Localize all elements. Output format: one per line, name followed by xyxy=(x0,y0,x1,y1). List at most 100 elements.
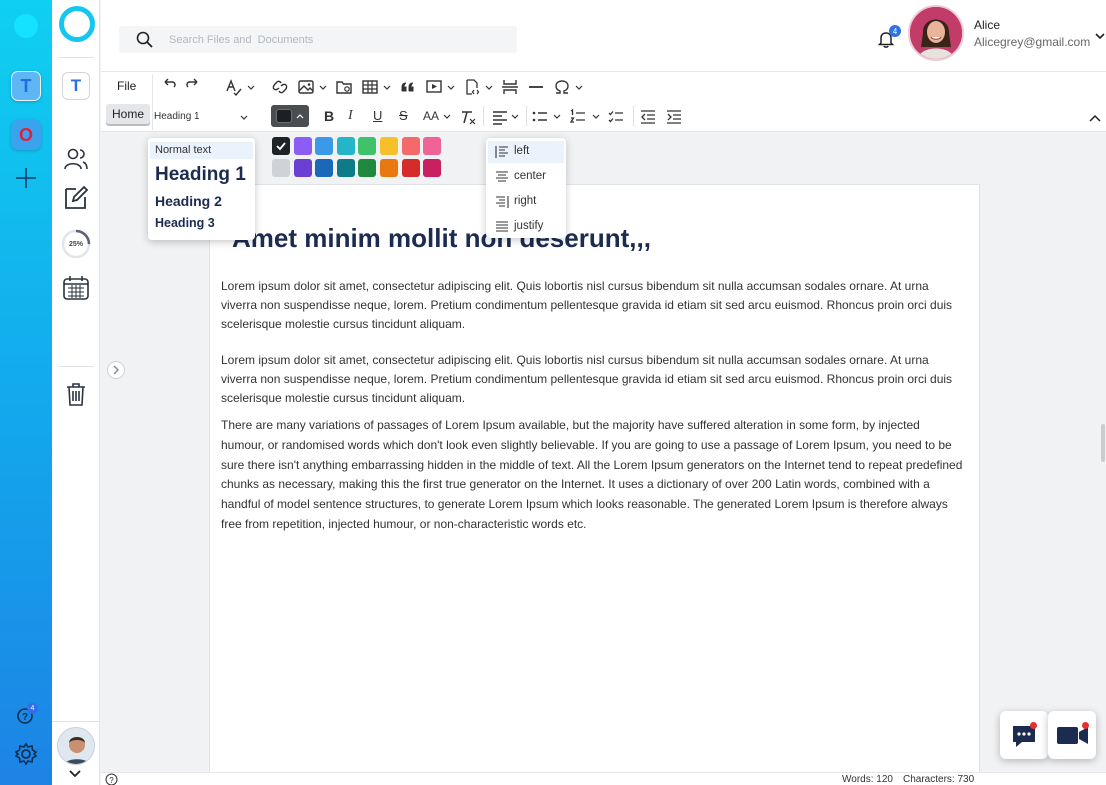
color-swatch[interactable] xyxy=(315,159,334,177)
code-block-icon[interactable] xyxy=(463,78,481,96)
user-email: Alicegrey@gmail.com xyxy=(974,35,1091,49)
color-swatch[interactable] xyxy=(401,159,420,177)
color-swatch[interactable] xyxy=(293,159,312,177)
chevron-down-icon[interactable] xyxy=(443,114,451,120)
video-camera-icon xyxy=(1057,727,1088,744)
chevron-down-icon[interactable] xyxy=(67,768,83,780)
help-badge: 4 xyxy=(27,703,38,714)
scrollbar-thumb[interactable] xyxy=(1101,424,1105,462)
color-swatch[interactable] xyxy=(423,137,442,155)
chevron-down-icon[interactable] xyxy=(485,85,493,91)
italic-button[interactable]: I xyxy=(348,108,353,124)
spellcheck-icon[interactable] xyxy=(225,79,243,97)
edit-note-icon[interactable] xyxy=(62,183,90,211)
settings-gear-icon[interactable] xyxy=(13,741,39,767)
account-menu-chevron-icon[interactable] xyxy=(1094,31,1106,41)
sidebar-divider xyxy=(58,57,94,58)
numbered-list-icon[interactable] xyxy=(569,108,587,126)
special-characters-icon[interactable] xyxy=(553,78,571,96)
table-icon[interactable] xyxy=(361,78,379,96)
chevron-down-icon[interactable] xyxy=(592,114,600,120)
undo-icon[interactable] xyxy=(161,77,179,95)
collapse-toolbar-chevron-icon[interactable] xyxy=(1089,114,1101,122)
chevron-down-icon[interactable] xyxy=(511,114,519,120)
bold-button[interactable]: B xyxy=(324,108,334,124)
color-swatch[interactable] xyxy=(336,159,355,177)
color-swatch[interactable] xyxy=(423,159,442,177)
strikethrough-button[interactable]: S xyxy=(399,108,408,123)
rail-app-t[interactable]: T xyxy=(11,71,41,101)
checklist-icon[interactable] xyxy=(607,108,625,126)
chevron-down-icon[interactable] xyxy=(383,85,391,91)
clear-formatting-icon[interactable] xyxy=(459,108,477,126)
paragraph[interactable]: There are many variations of passages of… xyxy=(221,416,966,535)
sidebar-app-t[interactable]: T xyxy=(62,72,90,100)
link-icon[interactable] xyxy=(271,78,289,96)
document-page[interactable]: Amet minim mollit non deserunt,,, Lorem … xyxy=(209,184,980,784)
underline-button[interactable]: U xyxy=(373,108,382,123)
paragraph-style-select[interactable]: Heading 1 xyxy=(154,109,249,127)
notifications-button[interactable]: 4 xyxy=(876,25,901,49)
current-user-avatar[interactable] xyxy=(57,727,95,765)
search-input[interactable] xyxy=(169,30,489,49)
folder-icon[interactable] xyxy=(335,78,353,96)
chevron-right-icon xyxy=(113,365,119,375)
quote-icon[interactable] xyxy=(399,78,417,96)
paragraph[interactable]: Lorem ipsum dolor sit amet, consectetur … xyxy=(221,351,966,407)
redo-icon[interactable] xyxy=(183,77,201,95)
search-icon[interactable] xyxy=(136,31,153,48)
app-logo[interactable] xyxy=(59,6,95,42)
video-call-button[interactable] xyxy=(1048,711,1096,759)
media-embed-icon[interactable] xyxy=(425,78,443,96)
chevron-down-icon[interactable] xyxy=(553,114,561,120)
font-size-button[interactable]: AA xyxy=(423,109,439,123)
image-icon[interactable] xyxy=(297,78,315,96)
align-option-justify[interactable]: justify xyxy=(488,216,564,238)
paragraph-style-value: Heading 1 xyxy=(154,111,200,122)
color-swatch[interactable] xyxy=(401,137,420,155)
bullet-list-icon[interactable] xyxy=(531,108,549,126)
chevron-down-icon[interactable] xyxy=(575,85,583,91)
chevron-down-icon[interactable] xyxy=(319,85,327,91)
chevron-down-icon[interactable] xyxy=(247,85,255,91)
rail-app-o[interactable]: O xyxy=(11,120,41,150)
chevron-down-icon[interactable] xyxy=(447,85,455,91)
color-swatch[interactable] xyxy=(315,137,334,155)
chat-button[interactable] xyxy=(1000,711,1048,759)
help-icon[interactable]: ? 4 xyxy=(15,703,38,726)
color-swatch[interactable] xyxy=(380,159,398,177)
text-color-button[interactable] xyxy=(271,105,309,127)
horizontal-line-icon[interactable] xyxy=(527,78,545,96)
align-option-left[interactable]: left xyxy=(488,141,564,163)
style-option-heading-1[interactable]: Heading 1 xyxy=(155,164,246,186)
color-swatch[interactable] xyxy=(358,159,377,177)
user-avatar[interactable] xyxy=(908,5,964,61)
people-icon[interactable] xyxy=(62,145,90,173)
document-heading[interactable]: Amet minim mollit non deserunt,,, xyxy=(232,223,651,254)
style-option-heading-2[interactable]: Heading 2 xyxy=(155,193,222,209)
color-swatch[interactable] xyxy=(293,137,312,155)
outdent-icon[interactable] xyxy=(639,108,657,126)
color-swatch[interactable] xyxy=(336,137,355,155)
color-swatch[interactable] xyxy=(272,137,290,155)
style-option-heading-3[interactable]: Heading 3 xyxy=(155,216,215,230)
color-swatch[interactable] xyxy=(272,159,290,177)
expand-outline-button[interactable] xyxy=(107,361,125,379)
add-app-icon[interactable] xyxy=(14,166,38,190)
paragraph[interactable]: Lorem ipsum dolor sit amet, consectetur … xyxy=(221,277,966,333)
trash-icon[interactable] xyxy=(62,380,90,408)
color-swatch[interactable] xyxy=(358,137,377,155)
home-tab[interactable]: Home xyxy=(106,104,151,124)
indent-icon[interactable] xyxy=(665,108,683,126)
color-swatch[interactable] xyxy=(380,137,398,155)
align-option-right[interactable]: right xyxy=(488,191,564,213)
help-icon[interactable]: ? xyxy=(105,773,118,785)
file-menu[interactable]: File xyxy=(117,79,136,93)
word-count: Words: 120 xyxy=(842,774,893,785)
calendar-icon[interactable] xyxy=(62,274,90,302)
align-option-center[interactable]: center xyxy=(488,166,564,188)
rail-home-dot[interactable] xyxy=(14,14,38,38)
style-option-normal[interactable]: Normal text xyxy=(150,142,253,159)
align-left-icon[interactable] xyxy=(491,108,509,126)
page-break-icon[interactable] xyxy=(501,78,519,96)
